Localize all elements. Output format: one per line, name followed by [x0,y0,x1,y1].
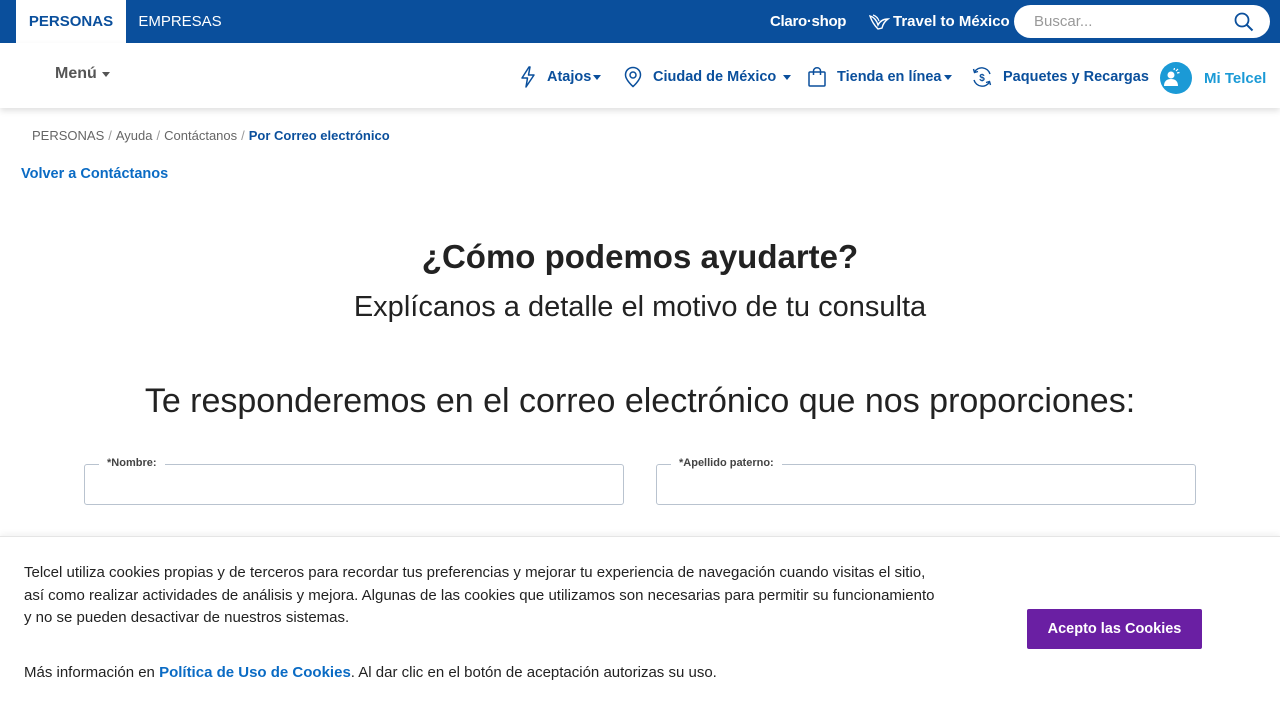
cookie-policy-link[interactable]: Política de Uso de Cookies [159,664,351,681]
nav-paquetes-label: Paquetes y Recargas [1003,69,1149,85]
search-icon[interactable] [1234,12,1254,32]
nav-mi-telcel-label: Mi Telcel [1204,69,1267,87]
main-nav: Menú Atajos Ciudad de México Tienda en l… [0,43,1280,108]
caret-down-icon [943,74,952,80]
svg-text:$: $ [979,73,985,84]
page-subtitle: Explícanos a detalle el motivo de tu con… [353,291,927,323]
location-pin-icon [624,66,642,88]
nav-ciudad-label: Ciudad de México [653,69,777,85]
apellido-paterno-field: *Apellido paterno: [656,457,1196,505]
search-box [1014,5,1270,38]
back-to-contactanos-link[interactable]: Volver a Contáctanos [21,166,168,182]
nav-atajos[interactable]: Atajos [519,65,602,89]
nav-paquetes-recargas[interactable]: $ Paquetes y Recargas [971,65,1149,89]
page-title: ¿Cómo podemos ayudarte? [421,238,859,275]
nombre-input[interactable] [95,471,613,499]
claro-shop-link[interactable]: Claro·shop [770,0,846,43]
menu-button[interactable]: Menú [55,65,110,83]
caret-down-icon [101,71,110,77]
nav-tienda-label: Tienda en línea [837,69,942,85]
cookie-more-prefix: Más información en [24,664,160,681]
nav-atajos-label: Atajos [547,69,592,85]
user-avatar-icon [1160,62,1192,94]
cookie-text: Telcel utiliza cookies propias y de terc… [24,564,935,626]
menu-label: Menú [55,65,97,82]
respond-message: Te responderemos en el correo electrónic… [144,382,1136,420]
caret-down-icon [593,74,602,80]
top-bar: PERSONAS EMPRESAS Claro·shop Travel to M… [0,0,1280,43]
nav-tienda-en-linea[interactable]: Tienda en línea [807,65,952,89]
breadcrumb-separator: / [241,128,245,143]
claro-shop-label: Claro·shop [770,13,847,30]
breadcrumb-separator: / [108,128,112,143]
accept-cookies-button[interactable]: Acepto las Cookies [1027,609,1202,649]
breadcrumb-separator: / [156,128,161,143]
breadcrumb-item-ayuda[interactable]: Ayuda [116,128,153,143]
shopping-bag-icon [808,67,826,87]
travel-label: Travel to México [893,13,1010,30]
travel-to-mexico-link[interactable]: Travel to México [868,0,1010,43]
nav-ciudad[interactable]: Ciudad de México [623,65,792,89]
breadcrumb-item-personas[interactable]: PERSONAS [32,128,104,143]
dollar-refresh-icon: $ [972,67,992,87]
dove-icon [868,13,890,30]
breadcrumb-current: Por Correo electrónico [248,128,390,143]
cookie-more-suffix: . Al dar clic en el botón de aceptación … [350,664,717,681]
tab-empresas[interactable]: EMPRESAS [126,0,234,43]
cookie-more-info: Más información en Política de Uso de Co… [24,664,717,681]
breadcrumb-item-contactanos[interactable]: Contáctanos [164,128,237,143]
apellido-paterno-label: *Apellido paterno: [671,457,782,469]
cookie-banner: Telcel utiliza cookies propias y de terc… [0,536,1280,720]
nombre-label: *Nombre: [99,457,165,469]
lightning-icon [521,66,535,88]
nombre-field: *Nombre: [84,457,624,505]
search-input[interactable] [1034,5,1224,38]
tab-personas[interactable]: PERSONAS [16,0,126,43]
nav-mi-telcel[interactable]: Mi Telcel [1160,62,1266,94]
apellido-paterno-input[interactable] [667,471,1185,499]
caret-down-icon [783,74,792,80]
breadcrumb: PERSONAS / Ayuda / Contáctanos / Por Correo el… [32,128,390,143]
